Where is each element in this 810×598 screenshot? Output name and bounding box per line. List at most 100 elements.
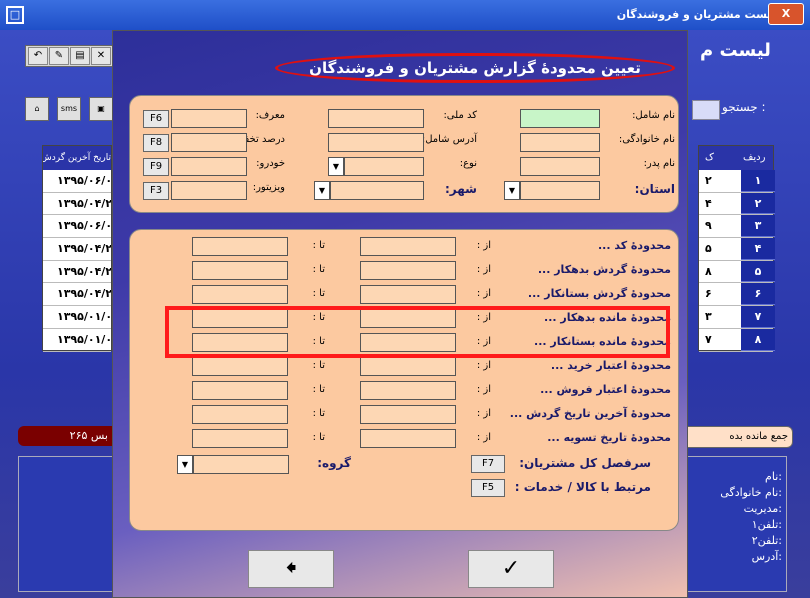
cell-code: ۳	[705, 310, 712, 324]
range-label: محدودهٔ گردش بستانکار ...	[527, 287, 671, 300]
type-select[interactable]	[344, 157, 424, 176]
lower-left-panel	[18, 456, 113, 592]
range-label: محدودهٔ گردش بدهکار ...	[537, 263, 671, 276]
table-row[interactable]: ۸۵	[699, 260, 775, 284]
sum-value: ۲۶۵ بس	[18, 426, 118, 446]
related-label: مرتبط با کالا / خدمات :	[514, 480, 651, 494]
address-label: آدرس شامل:	[421, 134, 477, 145]
grid-right: ک ردیف ۲۱ ۴۲ ۹۳ ۵۴ ۸۵ ۶۶ ۳۷ ۷۸	[698, 145, 775, 352]
f5-button[interactable]: F5	[471, 479, 505, 497]
cell-radif: ۵	[741, 260, 775, 283]
grid-header-last-date: تاریخ آخرین گردش	[43, 146, 111, 170]
f7-button[interactable]: F7	[471, 455, 505, 473]
table-row[interactable]: ۱۳۹۵/۰۱/۰	[43, 306, 111, 329]
group-label: گروه:	[317, 456, 351, 470]
group-dropdown-icon[interactable]: ▼	[177, 455, 193, 474]
brush-icon[interactable]: ✎	[49, 47, 69, 65]
city-select[interactable]	[330, 181, 424, 200]
range-to-input[interactable]	[192, 357, 288, 376]
national-code-input[interactable]	[328, 109, 424, 128]
range-from-label: از :	[476, 384, 491, 395]
document-icon[interactable]: ▤	[70, 47, 90, 65]
table-row[interactable]: ۱۳۹۵/۰۱/۰	[43, 329, 111, 352]
info-family: نام خانوادگی:	[720, 486, 782, 499]
range-to-input[interactable]	[192, 285, 288, 304]
background-title: لیست م	[700, 40, 771, 61]
discount-input[interactable]	[171, 133, 247, 152]
family-input[interactable]	[520, 133, 600, 152]
table-row[interactable]: ۲۱	[699, 170, 775, 193]
cell-code: ۹	[705, 219, 712, 233]
city-dropdown-icon[interactable]: ▼	[314, 181, 330, 200]
close-button[interactable]: X	[768, 3, 804, 25]
family-label: نام خانوادگی:	[618, 134, 675, 145]
range-label: محدودهٔ اعتبار خرید ...	[550, 359, 671, 372]
range-to-label: تا :	[312, 432, 325, 443]
range-to-input[interactable]	[192, 261, 288, 280]
ok-button[interactable]: ✓	[468, 550, 554, 588]
province-dropdown-icon[interactable]: ▼	[504, 181, 520, 200]
table-row[interactable]: ۵۴	[699, 238, 775, 261]
visitor-input[interactable]	[171, 181, 247, 200]
save-icon[interactable]: ▣	[89, 97, 113, 121]
f9-button[interactable]: F9	[143, 158, 169, 176]
group-select[interactable]	[193, 455, 289, 474]
table-row[interactable]: ۱۳۹۵/۰۴/۲۷	[43, 283, 111, 307]
cell-code: ۷	[705, 332, 712, 346]
range-from-label: از :	[476, 360, 491, 371]
range-from-input[interactable]	[360, 429, 456, 448]
cell-code: ۴	[705, 196, 712, 210]
table-row[interactable]: ۳۷	[699, 306, 775, 329]
range-from-input[interactable]	[360, 381, 456, 400]
table-row[interactable]: ۴۲	[699, 192, 775, 216]
range-from-input[interactable]	[360, 285, 456, 304]
table-row[interactable]: ۹۳	[699, 215, 775, 239]
delete-icon[interactable]: ✕	[91, 47, 111, 65]
name-input[interactable]	[520, 109, 600, 128]
address-input[interactable]	[328, 133, 424, 152]
table-row[interactable]: ۱۳۹۵/۰۴/۲۸	[43, 261, 111, 284]
visitor-label: ویزیتور:	[252, 182, 285, 193]
f3-button[interactable]: F3	[143, 182, 169, 200]
range-from-input[interactable]	[360, 405, 456, 424]
table-row[interactable]: ۱۳۹۵/۰۴/۲۸	[43, 238, 111, 261]
table-row[interactable]: ۷۸	[699, 328, 775, 352]
range-from-label: از :	[476, 240, 491, 251]
car-label: خودرو:	[256, 158, 285, 169]
range-to-input[interactable]	[192, 237, 288, 256]
headings-label: سرفصل کل مشتریان:	[519, 456, 651, 470]
table-row[interactable]: ۱۳۹۵/۰۶/۰	[43, 215, 111, 239]
f8-button[interactable]: F8	[143, 134, 169, 152]
table-row[interactable]: ۱۳۹۵/۰۶/۰	[43, 170, 111, 193]
undo-icon[interactable]: ↶	[28, 47, 48, 65]
range-from-input[interactable]	[360, 237, 456, 256]
range-to-input[interactable]	[192, 429, 288, 448]
f6-button[interactable]: F6	[143, 110, 169, 128]
car-input[interactable]	[171, 157, 247, 176]
range-from-input[interactable]	[360, 261, 456, 280]
sum-label: جمع مانده بده	[673, 426, 793, 448]
cell-radif: ۱	[741, 170, 775, 192]
type-dropdown-icon[interactable]: ▼	[328, 157, 344, 176]
range-from-input[interactable]	[360, 357, 456, 376]
range-to-input[interactable]	[192, 405, 288, 424]
range-to-input[interactable]	[192, 381, 288, 400]
search-input[interactable]	[692, 100, 720, 120]
table-row[interactable]: ۶۶	[699, 283, 775, 307]
father-input[interactable]	[520, 157, 600, 176]
province-select[interactable]	[520, 181, 600, 200]
range-from-label: از :	[476, 432, 491, 443]
cell-radif: ۸	[741, 328, 775, 351]
home-icon[interactable]: ⌂	[25, 97, 49, 121]
grid-left: تاریخ آخرین گردش ۱۳۹۵/۰۶/۰ ۱۳۹۵/۰۴/۲۸ ۱۳…	[42, 145, 112, 352]
cell-code: ۸	[705, 264, 712, 278]
app-icon[interactable]: □	[6, 6, 24, 24]
table-row[interactable]: ۱۳۹۵/۰۴/۲۸	[43, 193, 111, 216]
father-label: نام پدر:	[643, 158, 675, 169]
referrer-input[interactable]	[171, 109, 247, 128]
sms-button[interactable]: sms	[57, 97, 81, 121]
background-toolbar: ↶ ✎ ▤ ✕	[25, 45, 113, 67]
province-label: استان:	[634, 182, 675, 196]
name-label: نام شامل:	[632, 110, 675, 121]
back-button[interactable]: 🠸	[248, 550, 334, 588]
